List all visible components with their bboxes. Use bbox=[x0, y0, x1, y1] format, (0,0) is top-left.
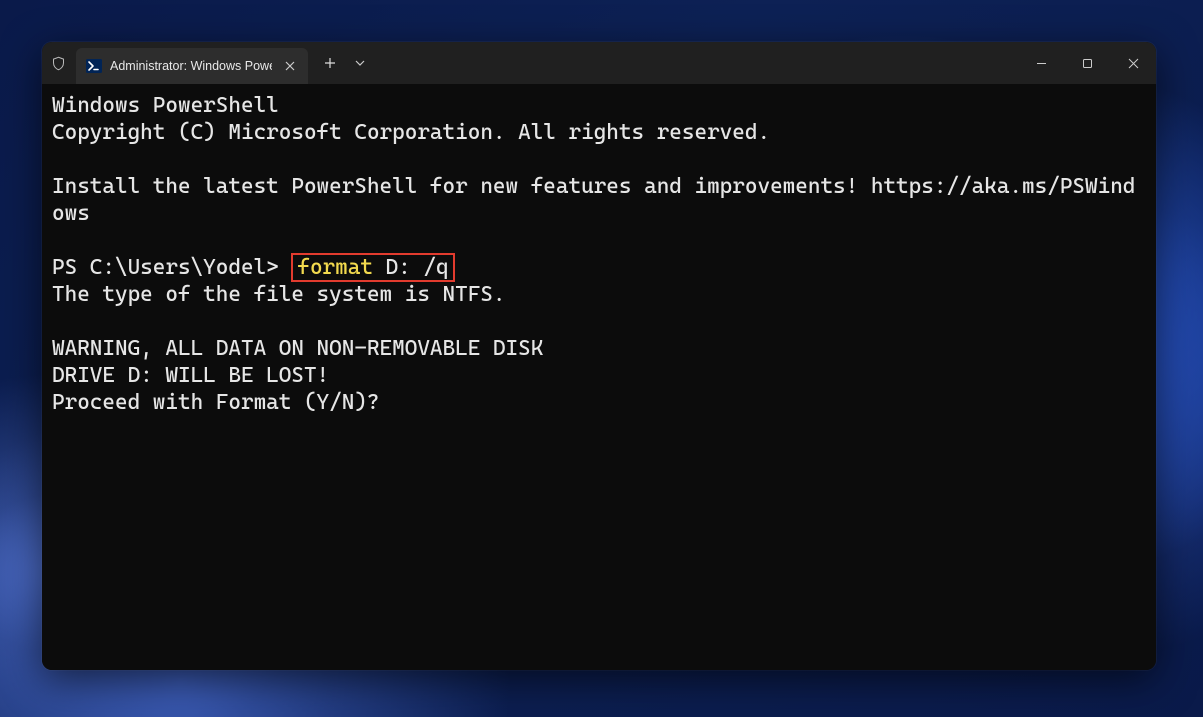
ps-header-2: Copyright (C) Microsoft Corporation. All… bbox=[52, 120, 770, 145]
tab-powershell[interactable]: Administrator: Windows Powe bbox=[76, 48, 308, 84]
tab-title: Administrator: Windows Powe bbox=[110, 59, 272, 73]
warning-line-2: DRIVE D: WILL BE LOST! bbox=[52, 363, 329, 388]
titlebar-drag-region[interactable] bbox=[370, 42, 1018, 84]
new-tab-button[interactable] bbox=[320, 53, 340, 73]
command-keyword: format bbox=[297, 255, 373, 280]
warning-line-1: WARNING, ALL DATA ON NON-REMOVABLE DISK bbox=[52, 336, 543, 361]
tab-close-button[interactable] bbox=[280, 56, 300, 76]
proceed-prompt: Proceed with Format (Y/N)? bbox=[52, 390, 380, 415]
terminal-output[interactable]: Windows PowerShell Copyright (C) Microso… bbox=[42, 84, 1156, 670]
command-args: D: /q bbox=[373, 255, 449, 280]
terminal-window: Administrator: Windows Powe bbox=[42, 42, 1156, 670]
ps-prompt: PS C:\Users\Yodel> bbox=[52, 255, 291, 280]
window-controls bbox=[1018, 42, 1156, 84]
ps-header-1: Windows PowerShell bbox=[52, 93, 279, 118]
fs-type-line: The type of the file system is NTFS. bbox=[52, 282, 506, 307]
close-button[interactable] bbox=[1110, 42, 1156, 84]
command-highlight: format D: /q bbox=[291, 253, 454, 282]
tab-actions bbox=[308, 42, 370, 84]
admin-shield-icon bbox=[42, 42, 74, 84]
maximize-button[interactable] bbox=[1064, 42, 1110, 84]
powershell-icon bbox=[86, 58, 102, 74]
tab-dropdown-button[interactable] bbox=[350, 53, 370, 73]
minimize-button[interactable] bbox=[1018, 42, 1064, 84]
ps-install-msg: Install the latest PowerShell for new fe… bbox=[52, 174, 1135, 226]
titlebar[interactable]: Administrator: Windows Powe bbox=[42, 42, 1156, 84]
